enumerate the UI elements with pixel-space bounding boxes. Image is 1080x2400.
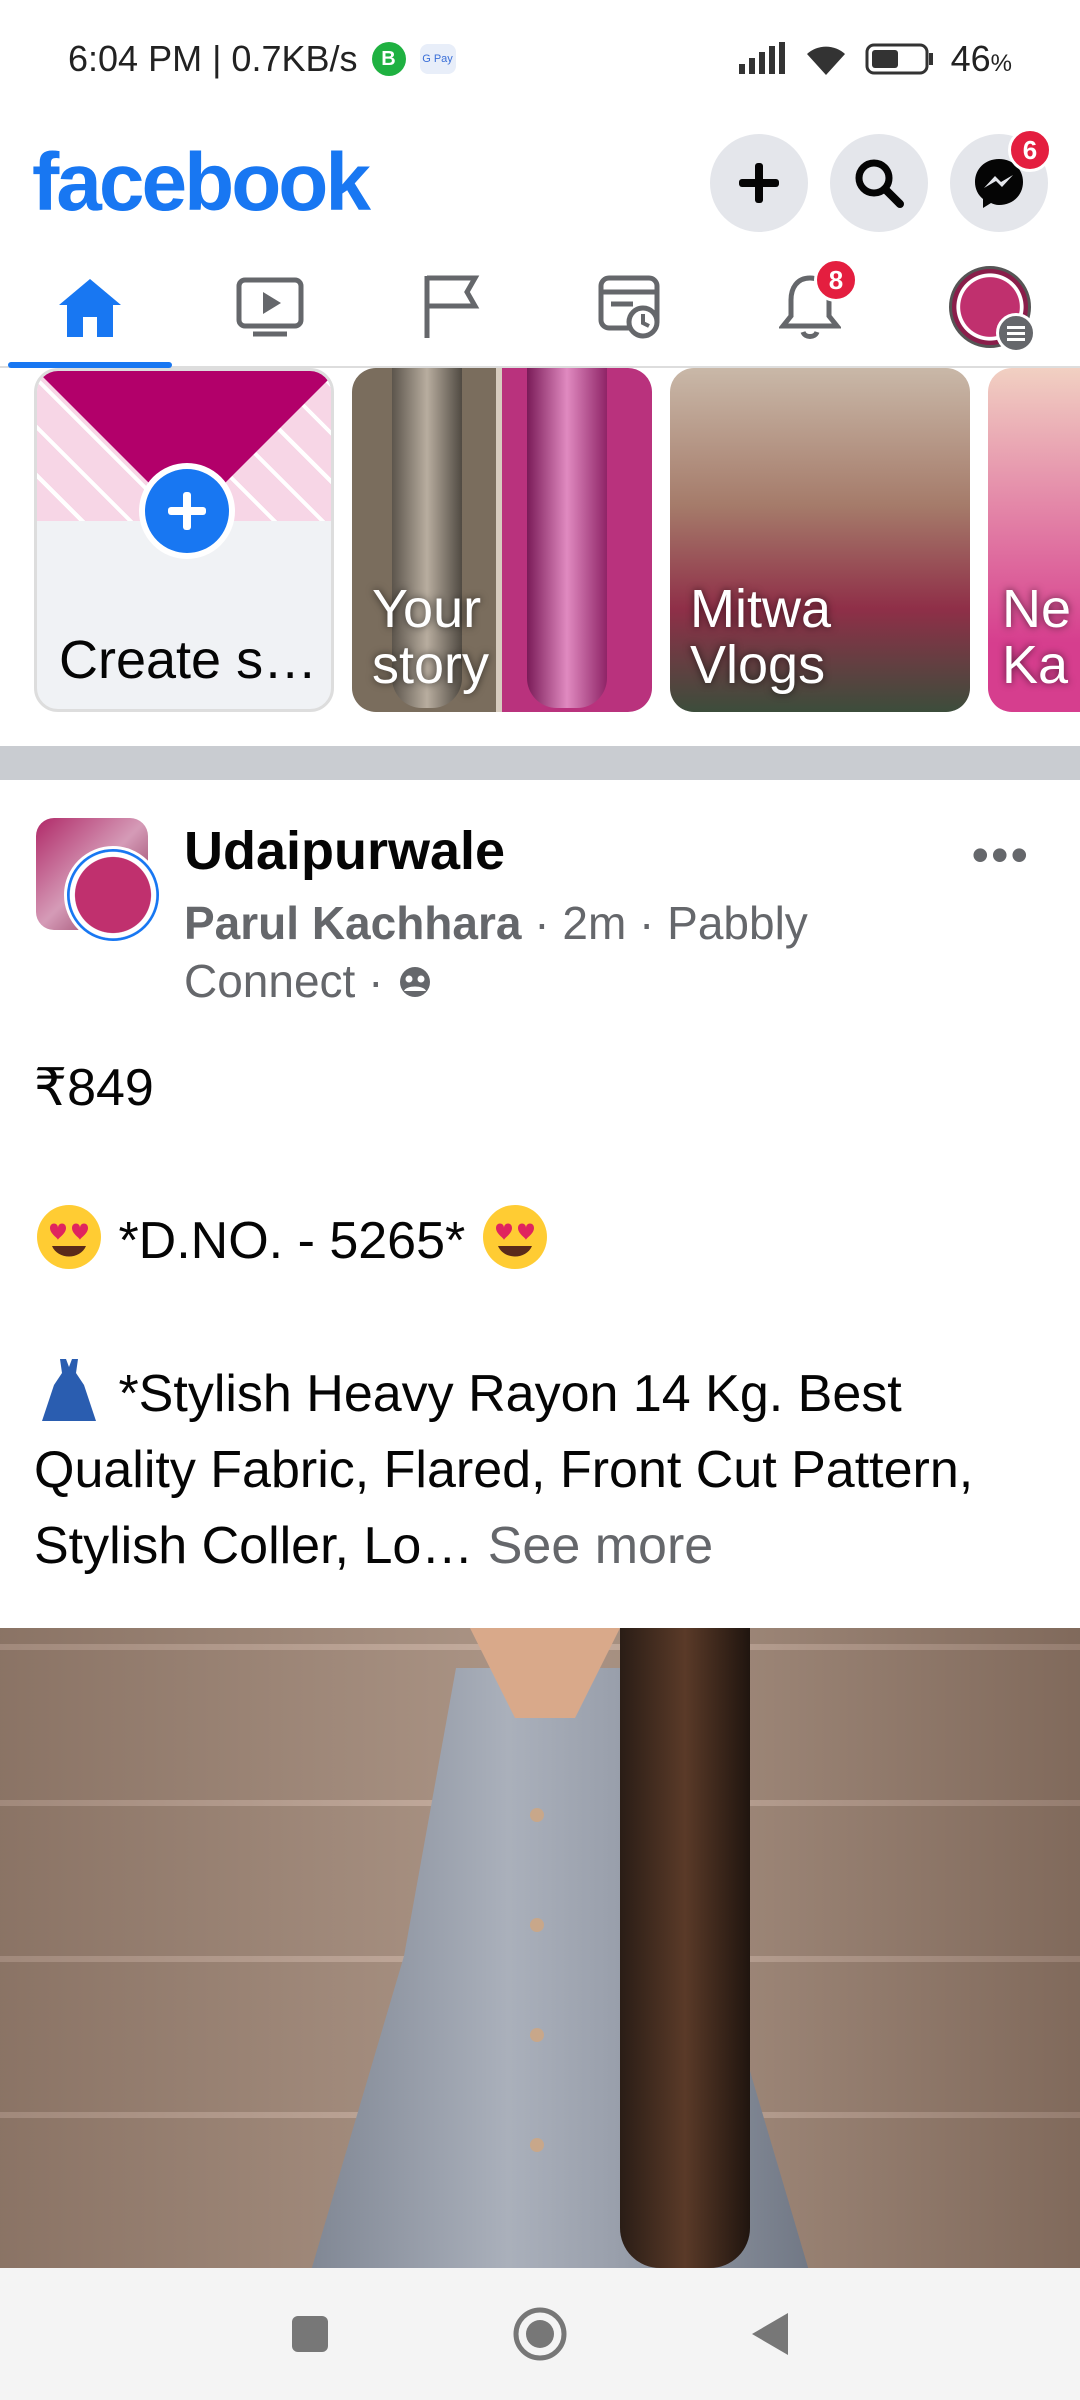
flag-icon	[424, 275, 480, 338]
post-design-line: *D.NO. - 5265*	[34, 1202, 1054, 1279]
story-card-partial[interactable]: Ne Ka	[988, 368, 1080, 712]
post-header: Udaipurwale Parul Kachhara · 2m · Pabbly…	[0, 800, 1080, 1020]
home-icon	[59, 279, 121, 337]
wifi-icon	[806, 46, 845, 75]
post-description-line: *Stylish Heavy Rayon 14 Kg. Best Quality…	[34, 1355, 1054, 1584]
facebook-logo[interactable]: facebook	[32, 136, 371, 230]
tab-pages[interactable]	[360, 248, 540, 366]
status-time-speed: 6:04 PM | 0.7KB/s	[68, 38, 358, 79]
system-nav-bar	[0, 2268, 1080, 2400]
post-text: ₹849 *D.NO. - 5265* *Stylish Heavy Rayon…	[34, 1050, 1054, 1584]
messenger-button[interactable]: 6	[950, 128, 1052, 232]
create-button[interactable]	[710, 134, 808, 232]
story-card-mitwa-vlogs[interactable]: Mitwa Vlogs	[670, 368, 970, 712]
tab-home[interactable]	[0, 248, 180, 368]
create-story-label: Create s…	[59, 630, 318, 690]
more-options-icon[interactable]: •••	[971, 826, 1030, 884]
story-label: Ne Ka	[1002, 578, 1072, 696]
battery-unit: %	[990, 50, 1012, 77]
tab-menu[interactable]	[900, 248, 1080, 366]
video-icon	[236, 277, 304, 337]
tab-memories[interactable]	[540, 248, 720, 366]
main-tabs: 8	[0, 248, 1080, 368]
battery-level: 46	[950, 38, 991, 79]
signal-icon	[738, 42, 785, 74]
author-avatar	[64, 846, 162, 944]
tab-notifications[interactable]: 8	[720, 248, 900, 366]
dress-emoji-icon	[42, 1359, 96, 1421]
tab-video[interactable]	[180, 248, 360, 366]
feed-divider	[0, 746, 1080, 780]
memories-icon	[598, 275, 660, 339]
heart-eyes-emoji-icon	[37, 1205, 101, 1269]
design-number: *D.NO. - 5265*	[104, 1212, 480, 1270]
app-notification-icon: B	[371, 42, 406, 76]
plus-icon	[739, 163, 779, 203]
plus-circle-icon	[139, 463, 235, 559]
group-privacy-icon	[400, 967, 431, 997]
story-label: Mitwa Vlogs	[690, 578, 832, 696]
search-icon	[855, 159, 904, 208]
post-price: ₹849	[34, 1059, 154, 1117]
search-button[interactable]	[830, 134, 928, 232]
profile-avatar	[949, 266, 1036, 353]
create-story-card[interactable]: Create s…	[34, 368, 334, 712]
post-photo[interactable]	[0, 1628, 1080, 2268]
see-more-link[interactable]: See more	[488, 1517, 713, 1575]
battery-icon	[865, 43, 933, 75]
page-avatar[interactable]	[36, 818, 162, 944]
app-header: facebook 6	[0, 118, 1080, 248]
heart-eyes-emoji-icon	[482, 1205, 547, 1269]
author-name[interactable]: Parul Kachhara	[184, 897, 521, 949]
home-nav-icon[interactable]	[512, 2306, 568, 2362]
stories-tray: Create s… Your story Mitwa Vlogs Ne Ka	[0, 368, 1080, 716]
story-card-your-story[interactable]: Your story	[352, 368, 652, 712]
status-bar: 6:04 PM | 0.7KB/s B G Pay 46%	[0, 0, 1080, 118]
notifications-badge: 8	[814, 258, 858, 302]
story-label: Your story	[372, 578, 490, 696]
back-icon[interactable]	[748, 2309, 792, 2359]
page-name[interactable]: Udaipurwale	[184, 820, 505, 882]
menu-icon	[996, 313, 1036, 353]
messenger-badge: 6	[1008, 128, 1052, 172]
post-meta: Parul Kachhara · 2m · Pabbly Connect ·	[184, 894, 884, 1010]
recents-icon[interactable]	[288, 2312, 332, 2356]
gpay-icon: G Pay	[419, 44, 456, 74]
